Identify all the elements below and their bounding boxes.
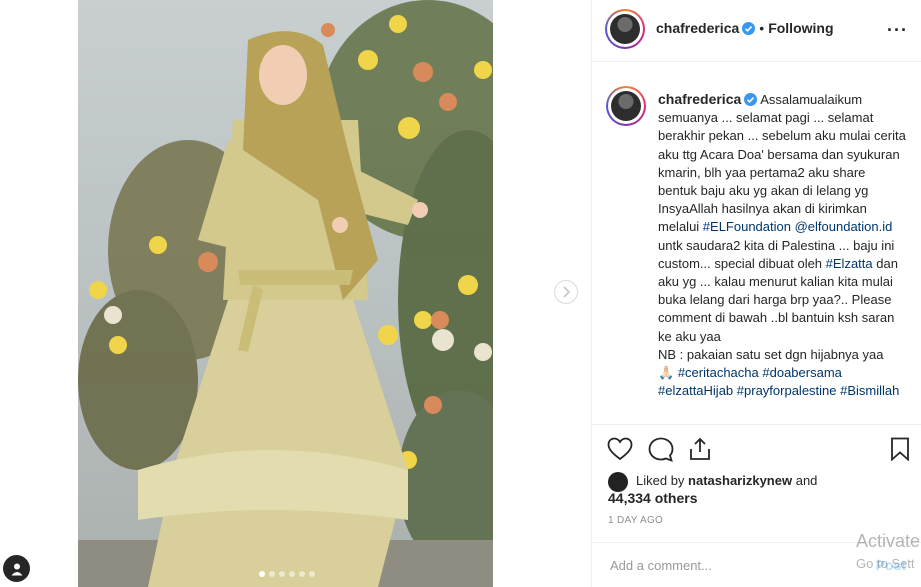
caption-text: chafrederica Assalamualaikum semuanya ..… (658, 90, 908, 400)
chevron-right-icon (563, 286, 571, 298)
more-options-icon[interactable]: ··· (887, 20, 908, 41)
share-icon[interactable] (688, 437, 712, 461)
caption-author-avatar[interactable] (606, 86, 646, 126)
user-tag-icon (11, 563, 22, 575)
liked-by-line: Liked by natasharizkynew and (636, 472, 817, 490)
liker-username[interactable]: natasharizkynew (688, 473, 792, 488)
caption-area: chafrederica Assalamualaikum semuanya ..… (592, 62, 921, 424)
verified-badge-icon (744, 93, 758, 106)
caption-hashtag-link[interactable]: #doabersama (762, 365, 842, 380)
comment-input[interactable] (608, 557, 842, 574)
action-bar (592, 424, 921, 469)
caption-hashtag-link[interactable]: @elfoundation.id (795, 219, 893, 234)
caption-hashtag-link[interactable]: #ELFoundation (703, 219, 791, 234)
carousel-dot (289, 571, 295, 577)
liked-by-and: and (795, 473, 818, 488)
caption-hashtag-link[interactable]: #Elzatta (826, 256, 873, 271)
author-username[interactable]: chafrederica (656, 20, 739, 36)
caption-hashtag-link[interactable]: #ceritachacha (678, 365, 759, 380)
caption-hashtag-link[interactable]: #elzattaHijab (658, 383, 733, 398)
carousel-dot (299, 571, 305, 577)
carousel-dot (259, 571, 265, 577)
caption-hashtag-link[interactable]: #prayforpalestine (737, 383, 837, 398)
carousel-indicator (259, 571, 315, 577)
bookmark-icon[interactable] (890, 437, 910, 461)
activate-windows-hint: Go to Sett (856, 556, 915, 571)
heart-icon[interactable] (607, 437, 633, 461)
likes-count[interactable]: 44,334 others (608, 489, 698, 507)
carousel-dot (269, 571, 275, 577)
post-photo[interactable] (78, 0, 493, 587)
header-user-line: chafrederica • Following (656, 20, 834, 36)
carousel-dot (279, 571, 285, 577)
comment-bubble-icon[interactable] (648, 437, 674, 462)
caption-hashtag-link[interactable]: #Bismillah (840, 383, 899, 398)
following-button[interactable]: Following (768, 20, 833, 36)
caption-username[interactable]: chafrederica (658, 91, 741, 107)
carousel-dot (309, 571, 315, 577)
separator-bullet: • (759, 20, 765, 36)
user-tag-button[interactable] (3, 555, 30, 582)
caption-text-segment: dan aku yg ... kalau menurut kalian kita… (658, 255, 898, 381)
activate-windows-watermark: Activate (856, 531, 921, 551)
next-image-button[interactable] (554, 280, 578, 304)
post-timestamp[interactable]: 1 DAY AGO (608, 515, 663, 526)
verified-badge-icon (742, 22, 756, 35)
caption-text-segment: Assalamualaikum semuanya ... selamat pag… (658, 92, 910, 235)
caption-text-segment (842, 365, 846, 380)
author-avatar[interactable] (605, 9, 645, 49)
post-side-panel: chafrederica • Following ··· chafrederica … (591, 0, 921, 587)
post-header: chafrederica • Following ··· (592, 0, 921, 62)
liked-by-prefix: Liked by (636, 473, 685, 488)
photo-illustration (78, 0, 493, 587)
